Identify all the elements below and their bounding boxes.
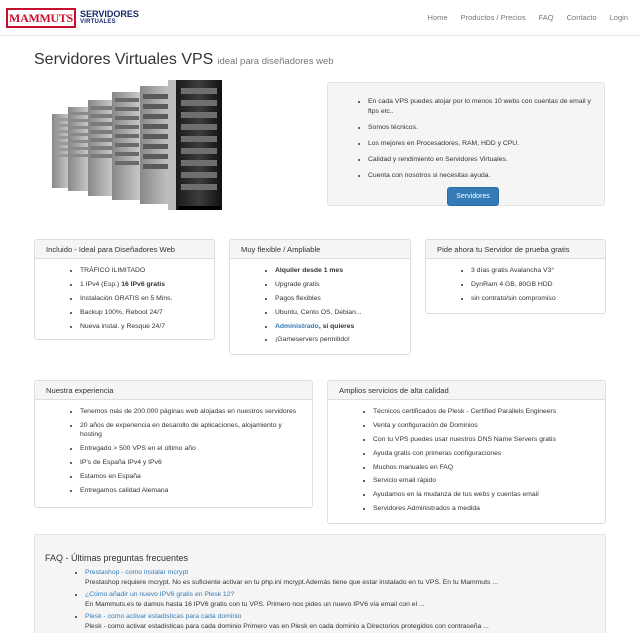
- page-title: Servidores Virtuales VPS ideal para diseñ…: [34, 51, 334, 69]
- panel-heading: Nuestra experiencia: [35, 381, 312, 400]
- list-item: Upgrade gratis: [275, 280, 410, 290]
- list-item: Instalación GRATIS en 5 Mins.: [80, 294, 214, 304]
- list-item: Estamos en España: [80, 472, 302, 482]
- list-item: Ayuda gratis con primeras configuracione…: [373, 449, 605, 459]
- list-item: 20 años de experiencia en desarollo de a…: [80, 421, 302, 440]
- faq-item: Prestashop - como instalar mcrypt Presta…: [85, 568, 498, 587]
- nav-contacto[interactable]: Contacto: [567, 13, 597, 22]
- faq-item: ¿Cómo añadir un nuevo IPV6 gratis en Ple…: [85, 590, 498, 609]
- list-item: Alquiler desde 1 mes: [275, 266, 410, 276]
- panel-list: 3 días gratis Avalancha V3° DynRam 4 GB,…: [426, 259, 605, 303]
- faq-question-link[interactable]: Prestashop - como instalar mcrypt: [85, 568, 498, 578]
- list-item: Entregamos calidad Alemana: [80, 486, 302, 496]
- brand-line1: SERVIDORES: [80, 9, 139, 19]
- list-item: Con tu VPS puedes usar nuestros DNS Name…: [373, 435, 605, 445]
- list-item: Administrado, si quieres: [275, 322, 410, 332]
- faq-question-link[interactable]: Plesk - como activar estadisticas para c…: [85, 612, 498, 622]
- brand-line2: VIRTUALES: [80, 19, 116, 25]
- list-item: Nueva instal. y Resque 24/7: [80, 322, 214, 332]
- panel-list: Técnicos certificados de Plesk - Certifi…: [328, 400, 605, 514]
- servidores-button[interactable]: Servidores: [447, 187, 499, 206]
- server-rack-image: [52, 80, 222, 210]
- administrado-link[interactable]: Administrado: [275, 323, 319, 330]
- list-item: Tenemos más de 200.000 páginas web aloja…: [80, 407, 302, 417]
- nav-faq[interactable]: FAQ: [539, 13, 554, 22]
- page-title-main: Servidores Virtuales VPS: [34, 51, 214, 68]
- list-item: Pagos flexibles: [275, 294, 410, 304]
- list-item: Somos técnicos.: [368, 123, 594, 133]
- list-item: Servicio email rápido: [373, 476, 605, 486]
- list-item: 1 IPv4 (Esp.) 16 IPv6 gratis: [80, 280, 214, 290]
- page-title-sub: ideal para diseñadores web: [217, 56, 334, 67]
- panel-heading: Muy flexible / Ampliable: [230, 240, 410, 259]
- list-item: Venta y configuración de Dominios: [373, 421, 605, 431]
- list-item: ¡Gameservers permitido!: [275, 335, 410, 345]
- list-item: Los mejores en Procesadores, RAM, HDD y …: [368, 139, 594, 149]
- list-item: Técnicos certificados de Plesk - Certifi…: [373, 407, 605, 417]
- list-item: En cada VPS puedes alojar por lo menos 1…: [368, 97, 594, 117]
- intro-box: En cada VPS puedes alojar por lo menos 1…: [327, 82, 605, 206]
- panel-incluido: Incluido - Ideal para Diseñadores Web TR…: [34, 239, 215, 340]
- nav-menu: Home Productos / Precios FAQ Contacto Lo…: [428, 13, 628, 22]
- list-item: Servidores Administrados a medida: [373, 504, 605, 514]
- panel-heading: Amplios servicios de alta calidad: [328, 381, 605, 400]
- panel-heading: Incluido - Ideal para Diseñadores Web: [35, 240, 214, 259]
- navbar: MAMMUTS SERVIDORES VIRTUALES Home Produc…: [0, 0, 640, 36]
- panel-servicios: Amplios servicios de alta calidad Técnic…: [327, 380, 606, 524]
- nav-login[interactable]: Login: [610, 13, 628, 22]
- faq-answer: Plesk - como activar estadisticas para c…: [85, 622, 489, 630]
- list-item: TRÁFICO ILIMITADO: [80, 266, 214, 276]
- list-item: Ubuntu, Cento OS, Debian...: [275, 308, 410, 318]
- intro-list: En cada VPS puedes alojar por lo menos 1…: [352, 97, 594, 181]
- logo-text: MAMMUTS: [9, 10, 73, 25]
- panel-list: Alquiler desde 1 mes Upgrade gratis Pago…: [230, 259, 410, 345]
- nav-home[interactable]: Home: [428, 13, 448, 22]
- list-item: Entregado > 500 VPS en el último año: [80, 444, 302, 454]
- faq-list: Prestashop - como instalar mcrypt Presta…: [69, 568, 498, 633]
- faq-box: FAQ - Últimas preguntas frecuentes Prest…: [34, 534, 606, 633]
- nav-productos[interactable]: Productos / Precios: [461, 13, 526, 22]
- faq-title: FAQ - Últimas preguntas frecuentes: [45, 553, 189, 563]
- panel-list: TRÁFICO ILIMITADO 1 IPv4 (Esp.) 16 IPv6 …: [35, 259, 214, 331]
- list-item: Backup 100%, Reboot 24/7: [80, 308, 214, 318]
- panel-flexible: Muy flexible / Ampliable Alquiler desde …: [229, 239, 411, 355]
- list-item: sin contrato/sin compromiso: [471, 294, 605, 304]
- list-item: Muchos manuales en FAQ: [373, 463, 605, 473]
- faq-answer: En Mammuts.es te damos hasta 16 IPV6 gra…: [85, 600, 425, 608]
- list-item: 3 días gratis Avalancha V3°: [471, 266, 605, 276]
- panel-list: Tenemos más de 200.000 páginas web aloja…: [35, 400, 312, 495]
- list-item: Calidad y rendimiento en Servidores Virt…: [368, 155, 594, 165]
- list-item: DynRam 4 GB, 80GB HDD: [471, 280, 605, 290]
- list-item: Cuenta con nosotros si necesitas ayuda.: [368, 171, 594, 181]
- brand-tagline[interactable]: SERVIDORES VIRTUALES: [80, 10, 139, 26]
- panel-experiencia: Nuestra experiencia Tenemos más de 200.0…: [34, 380, 313, 508]
- faq-item: Plesk - como activar estadisticas para c…: [85, 612, 498, 631]
- faq-answer: Prestashop requiere mcrypt. No es sufici…: [85, 578, 498, 586]
- panel-prueba: Pide ahora tu Servidor de prueba gratis …: [425, 239, 606, 314]
- panel-heading: Pide ahora tu Servidor de prueba gratis: [426, 240, 605, 259]
- faq-question-link[interactable]: ¿Cómo añadir un nuevo IPV6 gratis en Ple…: [85, 590, 498, 600]
- list-item: Ayudamos en la mudanza de tus webs y cue…: [373, 490, 605, 500]
- brand-logo[interactable]: MAMMUTS: [6, 8, 76, 28]
- list-item: IP's de España IPv4 y IPv6: [80, 458, 302, 468]
